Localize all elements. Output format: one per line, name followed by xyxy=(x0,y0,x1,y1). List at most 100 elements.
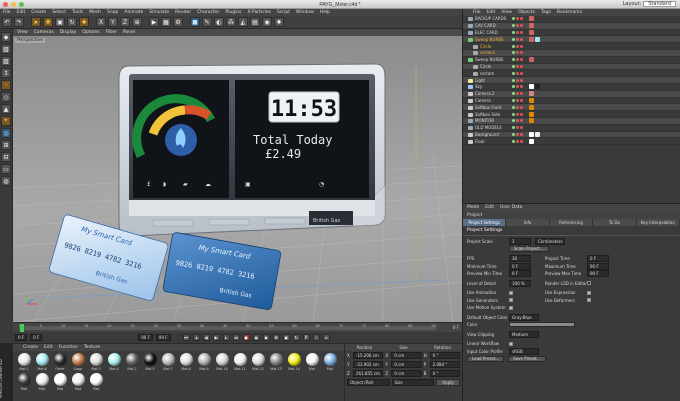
visibility-dot-icon[interactable] xyxy=(516,85,519,89)
menu-item-create[interactable]: Create xyxy=(31,10,46,15)
material-swatch[interactable]: Mat xyxy=(304,353,320,371)
current-frame-field[interactable]: 0 F xyxy=(30,334,43,341)
object-visibility-flags[interactable] xyxy=(512,139,523,143)
menu-item-character[interactable]: Character xyxy=(197,10,219,15)
attribute-menu-user-data[interactable]: User Data xyxy=(500,205,522,210)
material-swatch[interactable]: Mat xyxy=(16,373,32,391)
visibility-dot-icon[interactable] xyxy=(520,64,523,68)
visibility-dot-icon[interactable] xyxy=(520,98,523,102)
minimum-time-field[interactable]: 0 F xyxy=(509,262,531,270)
lock-workplane-icon[interactable]: ▭ xyxy=(1,164,11,174)
material-swatch[interactable]: Mat xyxy=(34,373,50,391)
visibility-dot-icon[interactable] xyxy=(516,64,519,68)
tag-icon[interactable] xyxy=(529,36,534,42)
record-icon[interactable]: ● xyxy=(242,334,250,341)
enable-axis-icon[interactable]: ⌖ xyxy=(1,116,11,126)
object-row[interactable]: ELEC CARD xyxy=(463,29,680,37)
redo-icon[interactable]: ↷ xyxy=(14,17,24,27)
keyframe-icon[interactable]: ◆ xyxy=(262,334,270,341)
object-row[interactable]: Camera.2 xyxy=(463,90,680,98)
object-visibility-flags[interactable] xyxy=(512,71,523,75)
x-axis-icon[interactable]: X xyxy=(96,17,106,27)
viewport-menu-panel[interactable]: Panel xyxy=(123,30,135,35)
enabled-check-icon[interactable] xyxy=(512,132,515,136)
use-generators-checkbox[interactable] xyxy=(509,298,513,303)
point-level-icon[interactable]: ⁘ xyxy=(312,334,320,341)
play-icon[interactable]: ▶ xyxy=(212,334,220,341)
object-visibility-flags[interactable] xyxy=(512,17,523,21)
scale-key-icon[interactable]: ▣ xyxy=(282,334,290,341)
visibility-dot-icon[interactable] xyxy=(516,105,519,109)
menu-item-script[interactable]: Script xyxy=(277,10,290,15)
material-menu-edit[interactable]: Edit xyxy=(44,345,53,350)
tab-referencing[interactable]: Referencing xyxy=(549,219,594,226)
visibility-dot-icon[interactable] xyxy=(520,51,523,55)
device-button-middle[interactable] xyxy=(208,218,250,226)
visibility-dot-icon[interactable] xyxy=(520,24,523,28)
visibility-dot-icon[interactable] xyxy=(520,30,523,34)
visibility-dot-icon[interactable] xyxy=(516,112,519,116)
timeline[interactable]: 051015202530354045505560657075808590 0 F xyxy=(13,322,462,332)
light-icon[interactable]: ✹ xyxy=(274,17,284,27)
size-z-field[interactable]: 0 cm xyxy=(391,370,422,377)
object-visibility-flags[interactable] xyxy=(512,44,523,48)
rotate-tool-icon[interactable]: ↻ xyxy=(67,17,77,27)
render-settings-icon[interactable]: ⚙ xyxy=(173,17,183,27)
object-visibility-flags[interactable] xyxy=(512,92,523,96)
camera-icon[interactable]: ◉ xyxy=(262,17,272,27)
rotation-h-field[interactable]: 0 ° xyxy=(429,352,460,359)
visibility-dot-icon[interactable] xyxy=(520,78,523,82)
undo-icon[interactable]: ↶ xyxy=(2,17,12,27)
visibility-dot-icon[interactable] xyxy=(520,17,523,21)
material-swatch[interactable]: Mat.1 xyxy=(16,353,32,371)
material-swatch[interactable]: Mat.10 xyxy=(214,353,230,371)
material-swatch[interactable]: Mat.5 xyxy=(142,353,158,371)
material-menu-function[interactable]: Function xyxy=(59,345,78,350)
coord-mode-dropdown[interactable]: Object (Rel) xyxy=(347,379,390,386)
save-preset-button[interactable]: Save Preset... xyxy=(508,355,546,362)
menu-item-select[interactable]: Select xyxy=(52,10,66,15)
nurbs-icon[interactable]: ◐ xyxy=(214,17,224,27)
object-row[interactable]: MONITOR xyxy=(463,117,680,125)
visibility-dot-icon[interactable] xyxy=(520,132,523,136)
object-visibility-flags[interactable] xyxy=(512,112,523,116)
object-row[interactable]: Softbox Side xyxy=(463,111,680,118)
material-swatch[interactable]: Mat.14 xyxy=(286,353,302,371)
object-visibility-flags[interactable] xyxy=(512,98,523,102)
object-visibility-flags[interactable] xyxy=(512,37,523,41)
enabled-check-icon[interactable] xyxy=(512,98,515,102)
coord-size-mode-dropdown[interactable]: Size xyxy=(391,379,434,386)
visibility-dot-icon[interactable] xyxy=(516,126,519,130)
smart-card-back[interactable]: My Smart Card 9826 8219 4782 3216 Britis… xyxy=(162,232,282,310)
go-to-end-icon[interactable]: ⏭ xyxy=(232,334,240,341)
visibility-dot-icon[interactable] xyxy=(520,85,523,89)
material-swatch[interactable]: Mat.8 xyxy=(178,353,194,371)
object-visibility-flags[interactable] xyxy=(512,105,523,109)
object-visibility-flags[interactable] xyxy=(512,64,523,68)
object-row[interactable]: CAV CARD xyxy=(463,22,680,30)
tag-icon[interactable] xyxy=(529,118,534,124)
material-swatch[interactable]: Mat.3 xyxy=(88,353,104,371)
object-row[interactable]: Camera xyxy=(463,97,680,105)
object-menu-file[interactable]: File xyxy=(473,10,481,15)
object-row[interactable]: rectan1 xyxy=(463,49,680,57)
enabled-check-icon[interactable] xyxy=(512,71,515,75)
y-axis-icon[interactable]: Y xyxy=(108,17,118,27)
menu-item-file[interactable]: File xyxy=(3,10,11,15)
texture-mode-icon[interactable]: ▨ xyxy=(1,56,11,66)
object-visibility-flags[interactable] xyxy=(512,78,523,82)
project-time-field[interactable]: 0 F xyxy=(587,255,609,263)
object-row[interactable]: Floor xyxy=(463,138,680,146)
preview-min-field[interactable]: 0 F xyxy=(509,270,531,278)
viewport-menu-filter[interactable]: Filter xyxy=(106,30,117,35)
object-visibility-flags[interactable] xyxy=(512,85,523,89)
material-menu-texture[interactable]: Texture xyxy=(84,345,100,350)
object-row[interactable]: Softbox Front xyxy=(463,104,680,112)
visibility-dot-icon[interactable] xyxy=(520,126,523,130)
visibility-dot-icon[interactable] xyxy=(516,44,519,48)
device-button-right[interactable] xyxy=(264,217,306,225)
visibility-dot-icon[interactable] xyxy=(516,92,519,96)
render-view-icon[interactable]: ▶ xyxy=(149,17,159,27)
enabled-check-icon[interactable] xyxy=(512,85,515,89)
previous-key-icon[interactable]: ◂ xyxy=(192,334,200,341)
